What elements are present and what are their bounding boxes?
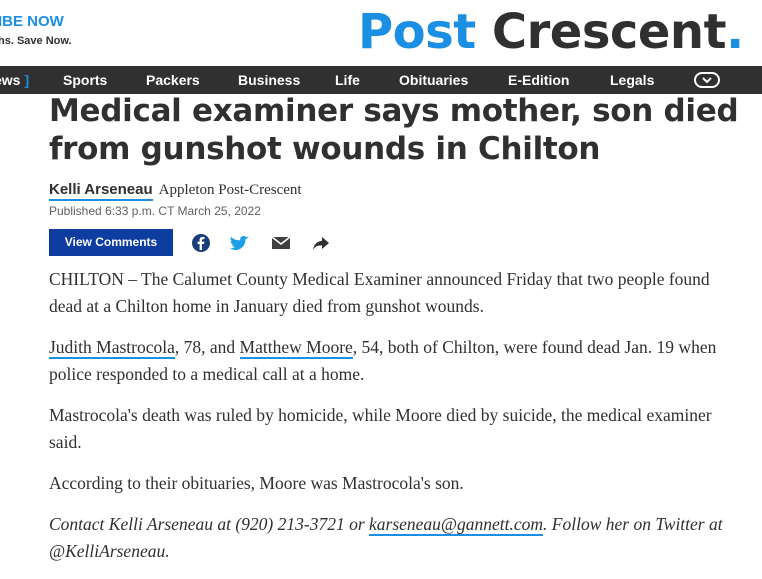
- share-icon[interactable]: [311, 233, 331, 253]
- nav-item-news[interactable]: ews]: [0, 66, 29, 94]
- email-icon[interactable]: [271, 233, 291, 253]
- subscribe-promo-text[interactable]: hs. Save Now.: [0, 35, 72, 47]
- paragraph-2: Judith Mastrocola, 78, and Matthew Moore…: [49, 334, 739, 388]
- logo-dot: .: [726, 4, 744, 60]
- subscribe-promo-link[interactable]: IBE NOW: [0, 13, 64, 30]
- nav-item-label: ews: [0, 72, 21, 88]
- view-comments-button[interactable]: View Comments: [49, 229, 173, 256]
- article-body: CHILTON – The Calumet County Medical Exa…: [49, 266, 739, 579]
- nav-item-obituaries[interactable]: Obituaries: [399, 66, 468, 94]
- main-nav: ews] Sports Packers Business Life Obitua…: [0, 66, 762, 94]
- nav-item-sports[interactable]: Sports: [63, 66, 107, 94]
- paragraph-4: According to their obituaries, Moore was…: [49, 473, 464, 493]
- nav-more-button[interactable]: [694, 72, 720, 88]
- published-date: Published 6:33 p.m. CT March 25, 2022: [49, 204, 261, 218]
- site-header: IBE NOW hs. Save Now. Post Crescent.: [0, 0, 762, 66]
- article-headline: Medical examiner says mother, son died f…: [49, 93, 739, 167]
- nav-bracket: ]: [24, 72, 30, 88]
- byline: Kelli Arseneau Appleton Post-Crescent: [49, 181, 302, 201]
- twitter-icon[interactable]: [230, 233, 250, 253]
- nav-item-life[interactable]: Life: [335, 66, 360, 94]
- nav-item-business[interactable]: Business: [238, 66, 300, 94]
- nav-item-e-edition[interactable]: E-Edition: [508, 66, 569, 94]
- email-link[interactable]: karseneau@gannett.com: [369, 514, 544, 536]
- outlet-name: Appleton Post-Crescent: [158, 182, 302, 198]
- site-logo[interactable]: Post Crescent.: [358, 2, 744, 62]
- link-matthew-moore[interactable]: Matthew Moore: [239, 337, 353, 359]
- chevron-down-icon: [702, 77, 712, 83]
- facebook-icon[interactable]: [191, 233, 211, 253]
- contact-paragraph: Contact Kelli Arseneau at (920) 213-3721…: [49, 511, 739, 565]
- nav-item-legals[interactable]: Legals: [610, 66, 654, 94]
- paragraph-2-mid: , 78, and: [174, 337, 240, 357]
- contact-text: Contact Kelli Arseneau at (920) 213-3721…: [49, 514, 369, 534]
- author-link[interactable]: Kelli Arseneau: [49, 181, 153, 201]
- link-judith-mastrocola[interactable]: Judith Mastrocola: [49, 337, 175, 359]
- logo-word-crescent: Crescent: [491, 4, 727, 60]
- logo-word-post: Post: [358, 4, 476, 60]
- nav-item-packers[interactable]: Packers: [146, 66, 200, 94]
- paragraph-1: CHILTON – The Calumet County Medical Exa…: [49, 269, 710, 316]
- paragraph-3: Mastrocola's death was ruled by homicide…: [49, 405, 712, 452]
